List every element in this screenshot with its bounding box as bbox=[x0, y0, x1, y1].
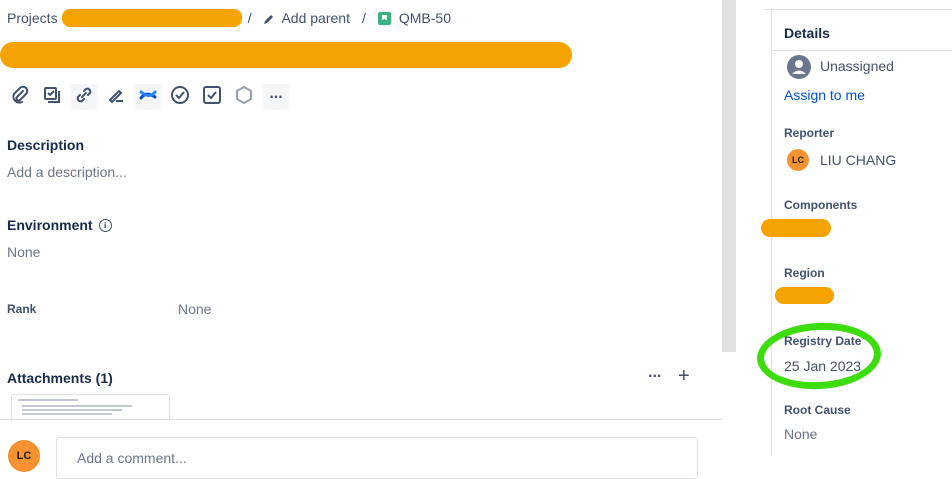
registry-date-label: Registry Date bbox=[784, 334, 862, 348]
confluence-button[interactable] bbox=[135, 84, 161, 110]
issue-toolbar: ... bbox=[7, 84, 289, 110]
root-cause-value[interactable]: None bbox=[784, 426, 817, 442]
rank-value[interactable]: None bbox=[178, 301, 211, 317]
environment-label-text: Environment bbox=[7, 217, 93, 233]
pencil-icon bbox=[263, 12, 275, 24]
attachments-more-button[interactable]: ... bbox=[648, 364, 661, 382]
attachments-label: Attachments (1) bbox=[7, 370, 113, 386]
story-icon bbox=[377, 11, 391, 25]
hexagon-icon bbox=[234, 85, 254, 110]
app-button[interactable] bbox=[231, 84, 257, 110]
details-title: Details bbox=[784, 25, 830, 41]
details-divider bbox=[772, 50, 952, 51]
check-circle-icon bbox=[170, 85, 190, 110]
rank-label: Rank bbox=[7, 302, 37, 316]
breadcrumb-separator: / bbox=[361, 10, 366, 26]
comment-input[interactable]: Add a comment... bbox=[56, 437, 698, 479]
region-value-redacted bbox=[775, 287, 834, 304]
footer-divider bbox=[0, 419, 722, 420]
add-child-issue-button[interactable] bbox=[39, 84, 65, 110]
root-cause-label: Root Cause bbox=[784, 403, 851, 417]
ellipsis-icon: ... bbox=[269, 85, 283, 102]
comment-placeholder: Add a comment... bbox=[77, 450, 187, 466]
environment-label: Environment i bbox=[7, 217, 112, 233]
pane-resize-handle[interactable] bbox=[722, 0, 736, 352]
add-parent-link[interactable]: Add parent bbox=[281, 10, 350, 26]
info-icon[interactable]: i bbox=[98, 218, 112, 232]
confluence-icon bbox=[138, 85, 158, 110]
reporter-name[interactable]: LIU CHANG bbox=[820, 152, 896, 168]
add-attachment-button[interactable]: + bbox=[678, 365, 690, 388]
attach-button[interactable] bbox=[7, 84, 33, 110]
components-label: Components bbox=[784, 198, 858, 212]
unassigned-avatar-icon bbox=[786, 54, 812, 80]
link-icon bbox=[74, 85, 94, 110]
reporter-label: Reporter bbox=[784, 126, 835, 140]
breadcrumb-projects[interactable]: Projects bbox=[7, 10, 58, 26]
description-label: Description bbox=[7, 137, 85, 153]
redaction-mark bbox=[62, 9, 242, 27]
todo-button[interactable] bbox=[199, 84, 225, 110]
registry-date-value[interactable]: 25 Jan 2023 bbox=[784, 358, 861, 374]
link-issue-button[interactable] bbox=[71, 84, 97, 110]
checkbox-icon bbox=[202, 85, 222, 110]
reporter-avatar: LC bbox=[787, 149, 809, 171]
subtask-icon bbox=[42, 85, 62, 110]
paperclip-icon bbox=[10, 85, 30, 110]
environment-value[interactable]: None bbox=[7, 244, 40, 260]
region-label: Region bbox=[784, 266, 825, 280]
more-actions-button[interactable]: ... bbox=[263, 84, 289, 110]
attachment-thumbnail[interactable] bbox=[11, 394, 170, 421]
checklist-button[interactable] bbox=[167, 84, 193, 110]
design-button[interactable] bbox=[103, 84, 129, 110]
assign-to-me-link[interactable]: Assign to me bbox=[784, 87, 865, 103]
avatar: LC bbox=[8, 440, 40, 472]
components-value-redacted bbox=[761, 219, 831, 237]
description-input[interactable]: Add a description... bbox=[7, 164, 127, 180]
assignee-value[interactable]: Unassigned bbox=[820, 58, 894, 74]
breadcrumb-separator: / bbox=[247, 10, 252, 26]
pen-icon bbox=[106, 85, 126, 110]
redaction-mark bbox=[0, 42, 572, 68]
issue-key-link[interactable]: QMB-50 bbox=[399, 10, 451, 26]
